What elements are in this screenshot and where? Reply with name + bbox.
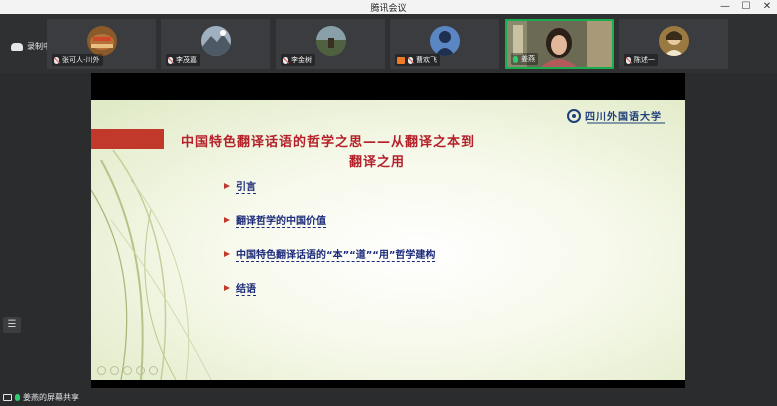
list-icon[interactable]: ☰ [3,317,21,333]
participant-name: 李金树 [291,56,312,64]
slideshow-controls [97,366,158,375]
participant-name-tag: 李金树 [281,54,315,66]
participant-tile[interactable]: 张可人-川外 [47,19,156,69]
university-seal-icon [567,108,581,123]
next-slide-icon[interactable] [110,366,119,375]
monitor-icon [3,394,12,401]
bullet-text[interactable]: 中国特色翻译话语的“本”“道”“用”哲学建构 [236,246,436,262]
avatar [315,26,346,56]
recording-indicator[interactable]: 录制中 [11,41,51,52]
title-bar: 腾讯会议 — ☐ ✕ [0,0,777,14]
screen-share-label: 姜燕的屏幕共享 [23,393,79,402]
participant-name-tag: 张可人-川外 [52,54,103,66]
avatar [429,26,460,56]
university-logo: 四川外国语大学 [567,108,662,123]
cloud-record-icon [11,42,23,51]
title-accent-bar [91,129,164,149]
screen-share-status: 姜燕的屏幕共享 [3,392,79,403]
mic-muted-icon [283,56,288,64]
participant-tile[interactable]: 陈述一 [619,19,728,69]
bullet-arrow-icon [224,285,230,291]
mic-muted-icon [168,56,173,64]
participant-name-tag: 李茂嘉 [166,54,200,66]
presentation-slide: 四川外国语大学 中国特色翻译话语的哲学之思——从翻译之本到 翻译之用 引言 翻译… [91,100,685,380]
avatar [86,26,117,56]
bullet-item: 引言 [224,178,256,194]
bullet-arrow-icon [224,251,230,257]
maximize-button[interactable]: ☐ [737,0,755,14]
meeting-window: 腾讯会议 — ☐ ✕ 录制中 张可人-川外 李茂嘉 李金树 曹欢飞 姜燕 陈述一… [0,0,777,406]
left-margin [0,73,91,388]
zoom-icon[interactable] [149,366,158,375]
bullet-item: 中国特色翻译话语的“本”“道”“用”哲学建构 [224,246,436,262]
close-button[interactable]: ✕ [758,0,776,14]
participant-name: 李茂嘉 [176,56,197,64]
shared-screen: 四川外国语大学 中国特色翻译话语的哲学之思——从翻译之本到 翻译之用 引言 翻译… [91,73,685,388]
bullet-arrow-icon [224,183,230,189]
participant-tile-active-speaker[interactable]: 姜燕 [505,19,614,69]
participant-tile[interactable]: 李茂嘉 [161,19,270,69]
avatar [658,26,689,56]
mic-on-icon [15,394,20,401]
previous-slide-icon[interactable] [97,366,106,375]
bullet-text[interactable]: 引言 [236,178,256,194]
pen-tool-icon[interactable] [123,366,132,375]
right-margin [685,73,777,388]
slide-title-continued: 翻译之用 [349,155,406,170]
screen-share-icon [397,56,405,64]
mic-on-icon [513,55,518,63]
bullet-item: 结语 [224,280,256,296]
participant-name: 曹欢飞 [416,56,437,64]
logo-underline [587,122,665,124]
participant-name: 张可人-川外 [62,56,100,64]
bullet-item: 翻译哲学的中国价值 [224,212,326,228]
status-bar: 姜燕的屏幕共享 [0,388,777,406]
mic-muted-icon [408,56,413,64]
participant-name: 陈述一 [634,56,655,64]
participant-name-tag: 曹欢飞 [395,54,440,66]
participant-name-tag: 陈述一 [624,54,658,66]
slide-title: 中国特色翻译话语的哲学之思——从翻译之本到 [181,135,476,150]
mic-muted-icon [54,56,59,64]
university-name: 四川外国语大学 [585,112,662,123]
minimize-button[interactable]: — [716,0,734,14]
bullet-text[interactable]: 翻译哲学的中国价值 [236,212,326,228]
window-title: 腾讯会议 [370,4,407,14]
participant-tile[interactable]: 李金树 [276,19,385,69]
avatar [200,26,231,56]
bullet-arrow-icon [224,217,230,223]
participant-tile[interactable]: 曹欢飞 [390,19,499,69]
mic-muted-icon [626,56,631,64]
participant-name-tag: 姜燕 [511,53,538,65]
slide-menu-icon[interactable] [136,366,145,375]
bullet-text[interactable]: 结语 [236,280,256,296]
participant-name: 姜燕 [521,55,535,63]
